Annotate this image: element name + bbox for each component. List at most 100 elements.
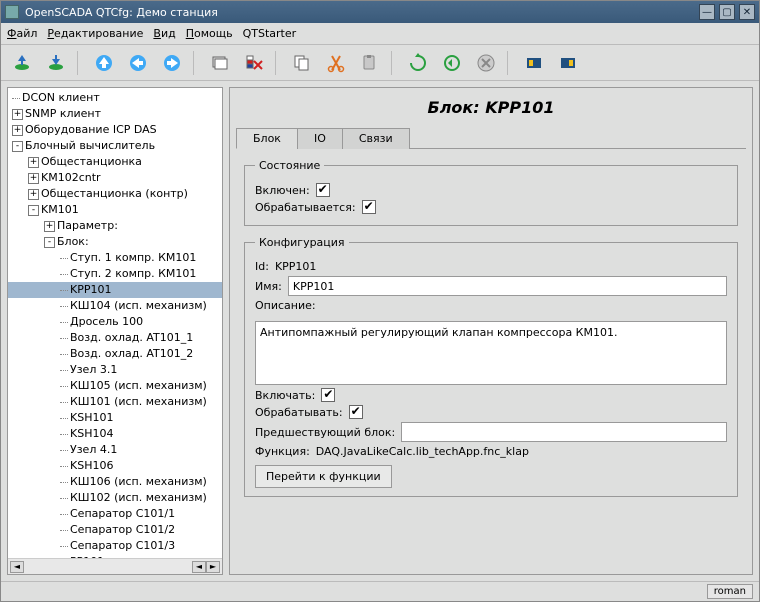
tree-item[interactable]: КШ104 (исп. механизм) (8, 298, 222, 314)
enabled-checkbox[interactable] (316, 183, 330, 197)
menu-view[interactable]: Вид (153, 27, 175, 40)
expand-icon[interactable]: + (12, 109, 23, 120)
tree-pane: DCON клиент+SNMP клиент+Оборудование ICP… (7, 87, 223, 575)
expand-icon[interactable]: + (28, 157, 39, 168)
cut-button[interactable] (321, 48, 351, 78)
tree-item[interactable]: DCON клиент (8, 90, 222, 106)
tree-item[interactable]: -KM101 (8, 202, 222, 218)
refresh-button[interactable] (403, 48, 433, 78)
tree-item[interactable]: Сепаратор С101/3 (8, 538, 222, 554)
menu-help[interactable]: Помощь (186, 27, 233, 40)
enabled-label: Включен: (255, 184, 310, 197)
tree-view[interactable]: DCON клиент+SNMP клиент+Оборудование ICP… (8, 88, 222, 558)
maximize-button[interactable]: ▢ (719, 4, 735, 20)
tree-item[interactable]: Ступ. 1 компр. КМ101 (8, 250, 222, 266)
tree-item[interactable]: +Общестанционка (8, 154, 222, 170)
expand-icon[interactable]: - (28, 205, 39, 216)
config-fieldset: Конфигурация Id: KPP101 Имя: Описание: (244, 236, 738, 497)
tree-item[interactable]: Сепаратор С101/2 (8, 522, 222, 538)
tree-item[interactable]: KSH106 (8, 458, 222, 474)
toolbar (1, 45, 759, 81)
scroll-right2-button[interactable]: ► (206, 561, 220, 573)
tree-item[interactable]: Узел 4.1 (8, 442, 222, 458)
tree-item[interactable]: КШ101 (исп. механизм) (8, 394, 222, 410)
paste-button[interactable] (355, 48, 385, 78)
module2-button[interactable] (553, 48, 583, 78)
tree-item[interactable]: -Блочный вычислитель (8, 138, 222, 154)
tab-io[interactable]: IO (297, 128, 343, 149)
window-title: OpenSCADA QTCfg: Демо станция (25, 6, 695, 19)
menu-file[interactable]: Файл (7, 27, 37, 40)
tree-item[interactable]: -Блок: (8, 234, 222, 250)
tab-links[interactable]: Связи (342, 128, 410, 149)
name-input[interactable] (288, 276, 727, 296)
tree-item-label: Ступ. 1 компр. КМ101 (70, 251, 196, 264)
app-window: OpenSCADA QTCfg: Демо станция — ▢ ✕ Файл… (0, 0, 760, 602)
prevblock-input[interactable] (401, 422, 727, 442)
process-cfg-checkbox[interactable] (349, 405, 363, 419)
processing-checkbox[interactable] (362, 200, 376, 214)
tree-item-label: Сепаратор С101/2 (70, 523, 175, 536)
tree-item[interactable]: Сепаратор С101/1 (8, 506, 222, 522)
tree-item[interactable]: КШ105 (исп. механизм) (8, 378, 222, 394)
add-item-button[interactable] (205, 48, 235, 78)
desc-label: Описание: (255, 299, 727, 312)
tree-item[interactable]: Дросель 100 (8, 314, 222, 330)
tree-item[interactable]: +Оборудование ICP DAS (8, 122, 222, 138)
menu-qtstarter[interactable]: QTStarter (243, 27, 297, 40)
id-label: Id: (255, 260, 269, 273)
tree-item-label: KPP101 (70, 283, 111, 296)
copy-button[interactable] (287, 48, 317, 78)
tree-item[interactable]: Ступ. 2 компр. КМ101 (8, 266, 222, 282)
tab-body: Состояние Включен: Обрабатывается: Конфи… (236, 149, 746, 568)
tree-item[interactable]: KPP101 (8, 282, 222, 298)
nav-back-button[interactable] (123, 48, 153, 78)
tree-item[interactable]: КШ106 (исп. механизм) (8, 474, 222, 490)
tree-item-label: Сепаратор С101/3 (70, 539, 175, 552)
state-legend: Состояние (255, 159, 324, 172)
tree-hscrollbar[interactable]: ◄ ◄ ► (8, 558, 222, 574)
desc-textarea[interactable] (255, 321, 727, 385)
tree-item[interactable]: +SNMP клиент (8, 106, 222, 122)
tree-item[interactable]: Возд. охлад. AT101_1 (8, 330, 222, 346)
expand-icon[interactable]: + (44, 221, 55, 232)
expand-icon[interactable]: + (28, 189, 39, 200)
state-fieldset: Состояние Включен: Обрабатывается: (244, 159, 738, 226)
tree-item[interactable]: +KM102cntr (8, 170, 222, 186)
db-save-button[interactable] (41, 48, 71, 78)
tree-item[interactable]: Возд. охлад. AT101_2 (8, 346, 222, 362)
expand-icon[interactable]: - (44, 237, 55, 248)
tree-item[interactable]: KSH104 (8, 426, 222, 442)
minimize-button[interactable]: — (699, 4, 715, 20)
stop-button[interactable] (471, 48, 501, 78)
nav-up-button[interactable] (89, 48, 119, 78)
tree-item[interactable]: Узел 3.1 (8, 362, 222, 378)
close-button[interactable]: ✕ (739, 4, 755, 20)
db-load-button[interactable] (7, 48, 37, 78)
menu-edit[interactable]: Редактирование (47, 27, 143, 40)
processing-label: Обрабатывается: (255, 201, 356, 214)
del-item-button[interactable] (239, 48, 269, 78)
scroll-left-button[interactable]: ◄ (10, 561, 24, 573)
tree-item[interactable]: KSH101 (8, 410, 222, 426)
expand-icon[interactable]: - (12, 141, 23, 152)
expand-icon[interactable]: + (12, 125, 23, 136)
nav-fwd-button[interactable] (157, 48, 187, 78)
scroll-right-button[interactable]: ◄ (192, 561, 206, 573)
tree-item-label: КШ102 (исп. механизм) (70, 491, 207, 504)
tree-item[interactable]: КШ102 (исп. механизм) (8, 490, 222, 506)
tab-block[interactable]: Блок (236, 128, 298, 149)
module1-button[interactable] (519, 48, 549, 78)
goto-func-button[interactable]: Перейти к функции (255, 465, 392, 488)
tree-item[interactable]: +Общестанционка (контр) (8, 186, 222, 202)
tree-item-label: Ступ. 2 компр. КМ101 (70, 267, 196, 280)
tree-item-label: KSH106 (70, 459, 113, 472)
tree-item-label: KM101 (41, 203, 79, 216)
tree-item[interactable]: +Параметр: (8, 218, 222, 234)
cycle-button[interactable] (437, 48, 467, 78)
enable-cfg-checkbox[interactable] (321, 388, 335, 402)
detail-pane: Блок: KPP101 Блок IO Связи Состояние Вкл… (229, 87, 753, 575)
prevblock-label: Предшествующий блок: (255, 426, 395, 439)
content-area: DCON клиент+SNMP клиент+Оборудование ICP… (1, 81, 759, 581)
expand-icon[interactable]: + (28, 173, 39, 184)
